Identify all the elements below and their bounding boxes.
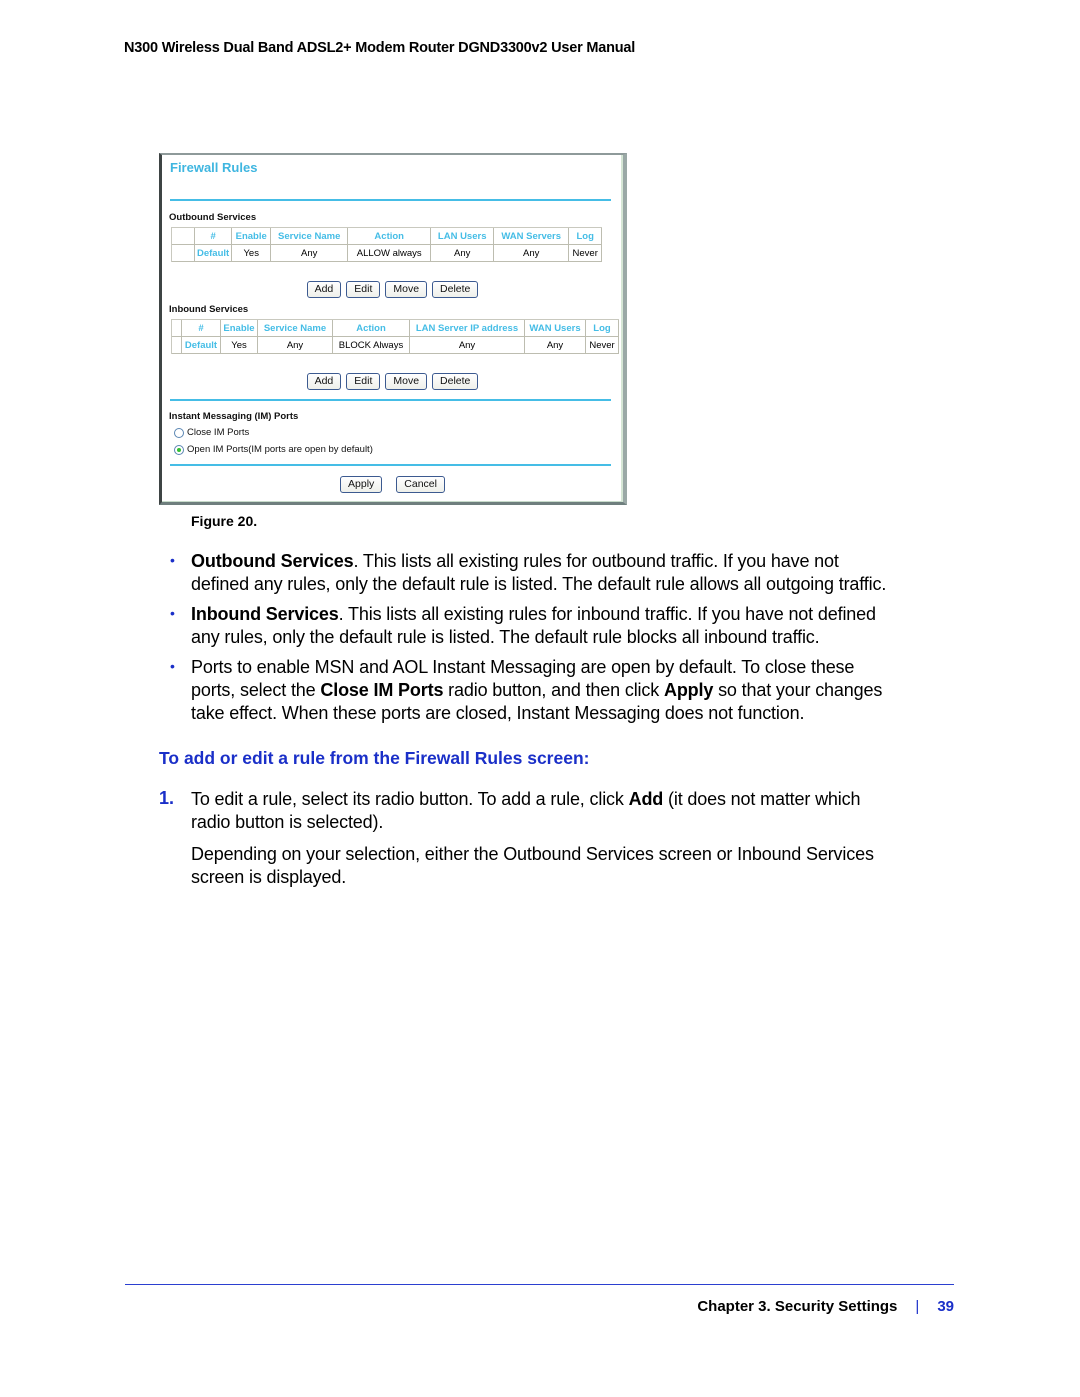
row-select-cell[interactable] <box>172 245 195 262</box>
bullet-icon: • <box>170 552 175 568</box>
header-select <box>172 228 195 245</box>
apply-button[interactable]: Apply <box>340 476 383 493</box>
row-enable: Yes <box>221 337 258 354</box>
header-enable: Enable <box>221 320 258 337</box>
page-footer: Chapter 3. Security Settings | 39 <box>697 1298 954 1315</box>
firewall-rules-screenshot: Firewall Rules Outbound Services # Enabl… <box>159 153 627 505</box>
row-action: ALLOW always <box>348 245 432 262</box>
header-wan-users: WAN Users <box>525 320 586 337</box>
inbound-move-button[interactable]: Move <box>385 373 428 390</box>
procedure-step-1-followup: Depending on your selection, either the … <box>191 844 874 887</box>
row-enable: Yes <box>232 245 272 262</box>
open-im-ports-option[interactable]: Open IM Ports(IM ports are open by defau… <box>174 444 373 455</box>
firewall-rules-title: Firewall Rules <box>170 160 258 175</box>
outbound-add-button[interactable]: Add <box>306 281 342 298</box>
bullet-outbound-services: Outbound Services. This lists all existi… <box>191 551 887 594</box>
procedure-heading: To add or edit a rule from the Firewall … <box>159 748 590 768</box>
bullet-inbound-services: Inbound Services. This lists all existin… <box>191 604 876 647</box>
page-number: 39 <box>937 1298 954 1315</box>
cancel-button[interactable]: Cancel <box>396 476 445 493</box>
row-number: Default <box>182 337 221 354</box>
im-ports-label: Instant Messaging (IM) Ports <box>169 411 299 422</box>
header-lan-server-ip: LAN Server IP address <box>410 320 525 337</box>
inbound-edit-button[interactable]: Edit <box>346 373 381 390</box>
outbound-services-table: # Enable Service Name Action LAN Users W… <box>171 227 603 262</box>
outbound-services-label: Outbound Services <box>169 212 257 223</box>
running-header: N300 Wireless Dual Band ADSL2+ Modem Rou… <box>124 40 636 56</box>
header-number: # <box>182 320 221 337</box>
open-im-ports-label: Open IM Ports(IM ports are open by defau… <box>187 444 373 455</box>
header-enable: Enable <box>232 228 272 245</box>
im-divider <box>170 464 611 466</box>
table-row[interactable]: Default Yes Any ALLOW always Any Any Nev… <box>172 245 603 262</box>
inbound-add-button[interactable]: Add <box>306 373 342 390</box>
footer-chapter: Chapter 3. Security Settings <box>697 1298 898 1315</box>
header-log: Log <box>569 228 603 245</box>
header-service-name: Service Name <box>258 320 333 337</box>
figure-caption: Figure 20. <box>191 513 258 529</box>
radio-unselected-icon[interactable] <box>174 427 184 438</box>
header-action: Action <box>333 320 410 337</box>
table-header-row: # Enable Service Name Action LAN Server … <box>172 320 619 337</box>
footer-separator: | <box>915 1298 920 1315</box>
bullet-im-ports: Ports to enable MSN and AOL Instant Mess… <box>191 657 883 723</box>
row-wan-servers: Any <box>494 245 570 262</box>
inbound-divider <box>170 399 611 401</box>
outbound-button-row: Add Edit Move Delete <box>162 281 623 298</box>
close-im-ports-option[interactable]: Close IM Ports <box>174 427 249 438</box>
inbound-services-table: # Enable Service Name Action LAN Server … <box>171 319 619 354</box>
header-log: Log <box>586 320 619 337</box>
row-select-cell[interactable] <box>172 337 182 354</box>
row-service-name: Any <box>271 245 349 262</box>
outbound-edit-button[interactable]: Edit <box>346 281 381 298</box>
header-service-name: Service Name <box>271 228 349 245</box>
row-lan-users: Any <box>431 245 495 262</box>
header-number: # <box>195 228 233 245</box>
procedure-step-1: To edit a rule, select its radio button.… <box>191 789 861 832</box>
outbound-delete-button[interactable]: Delete <box>432 281 479 298</box>
header-wan-servers: WAN Servers <box>494 228 570 245</box>
apply-cancel-row: Apply Cancel <box>162 476 623 493</box>
table-row[interactable]: Default Yes Any BLOCK Always Any Any Nev… <box>172 337 619 354</box>
bullet-term: Inbound Services <box>191 604 339 624</box>
row-lan-server-ip: Any <box>410 337 525 354</box>
bullet-icon: • <box>170 658 175 674</box>
bullet-term: Outbound Services <box>191 551 354 571</box>
header-lan-users: LAN Users <box>431 228 495 245</box>
row-log: Never <box>586 337 619 354</box>
row-number: Default <box>195 245 233 262</box>
inbound-delete-button[interactable]: Delete <box>432 373 479 390</box>
footer-divider <box>125 1284 954 1285</box>
bullet-icon: • <box>170 605 175 621</box>
inbound-button-row: Add Edit Move Delete <box>162 373 623 390</box>
row-service-name: Any <box>258 337 333 354</box>
row-wan-users: Any <box>525 337 586 354</box>
table-header-row: # Enable Service Name Action LAN Users W… <box>172 228 603 245</box>
row-action: BLOCK Always <box>333 337 410 354</box>
header-action: Action <box>348 228 432 245</box>
step-number: 1. <box>159 788 175 808</box>
row-log: Never <box>569 245 603 262</box>
title-divider <box>170 199 611 201</box>
header-select <box>172 320 182 337</box>
inbound-services-label: Inbound Services <box>169 304 249 315</box>
radio-selected-icon[interactable] <box>174 444 184 455</box>
outbound-move-button[interactable]: Move <box>385 281 428 298</box>
close-im-ports-label: Close IM Ports <box>187 427 250 438</box>
